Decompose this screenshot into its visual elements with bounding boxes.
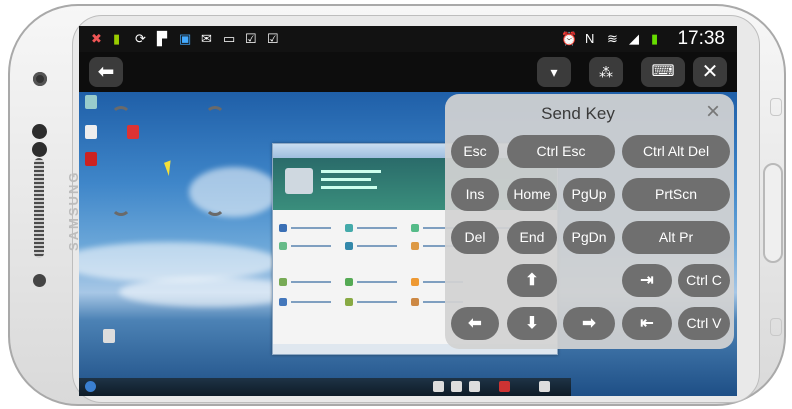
remote-desktop[interactable]: Send Key × Esc Ctrl Esc Ctrl Alt Del Ins… <box>79 92 737 396</box>
arrow-left-icon[interactable]: ⬅ <box>451 307 499 340</box>
signal-icon: ◢ <box>629 31 639 46</box>
front-camera <box>33 72 47 86</box>
phone-screen: ✖ ▮ ⟳ ▛ ▣ ✉ ▭ ☑ ☑ ⏰ N ≋ ◢ ▮ 17:38 ⬅ ▾ ⁂ … <box>79 26 737 396</box>
text-line <box>357 301 397 303</box>
folder-icon <box>279 278 287 286</box>
earpiece-speaker <box>34 158 44 258</box>
sensor-dot <box>33 274 46 287</box>
key-prtscn[interactable]: PrtScn <box>622 178 730 211</box>
folder-icon <box>345 298 353 306</box>
bag-icon: ☑ <box>267 31 279 46</box>
status-time: 17:38 <box>677 28 725 49</box>
folder-icon <box>345 242 353 250</box>
send-key-panel: Send Key × Esc Ctrl Esc Ctrl Alt Del Ins… <box>445 94 734 349</box>
scroll-indicator <box>111 196 131 216</box>
chrome-icon[interactable] <box>127 125 139 139</box>
folder-icon <box>345 278 353 286</box>
key-del[interactable]: Del <box>451 221 499 254</box>
desktop-icon[interactable] <box>85 95 97 109</box>
cloud <box>189 167 279 217</box>
text-line <box>321 170 381 173</box>
wifi-icon: ≋ <box>607 31 618 46</box>
menu-key[interactable] <box>770 98 782 116</box>
key-end[interactable]: End <box>507 221 557 254</box>
text-line <box>321 186 377 189</box>
text-line <box>291 227 331 229</box>
panel-title: Send Key <box>541 104 615 123</box>
text-line <box>321 178 371 181</box>
sensor-dot <box>32 142 47 157</box>
bag-icon: ☑ <box>245 31 257 46</box>
scroll-indicator <box>205 106 225 126</box>
message-icon: ▭ <box>223 31 236 46</box>
back-arrow-icon[interactable]: ⬅ <box>89 57 123 87</box>
taskbar-app-icon[interactable] <box>433 381 444 392</box>
back-tab-icon[interactable]: ⇤ <box>622 307 672 340</box>
key-ctrl-c[interactable]: Ctrl C <box>678 264 730 297</box>
alarm-icon: ⏰ <box>561 31 578 46</box>
home-button[interactable] <box>763 163 783 263</box>
folder-icon <box>279 298 287 306</box>
text-line <box>357 245 397 247</box>
keyboard-icon[interactable]: ⌨ <box>641 57 685 87</box>
nfc-icon: N <box>585 31 595 46</box>
sensor-dot <box>32 124 47 139</box>
key-ctrl-alt-del[interactable]: Ctrl Alt Del <box>622 135 730 168</box>
pdf-icon[interactable] <box>85 152 97 166</box>
close-icon[interactable]: × <box>706 100 720 124</box>
flipboard-icon: ▛ <box>157 31 167 46</box>
status-bar: ✖ ▮ ⟳ ▛ ▣ ✉ ▭ ☑ ☑ ⏰ N ≋ ◢ ▮ 17:38 <box>79 26 737 52</box>
mouse-pointer-icon[interactable]: ⁂ <box>589 57 623 87</box>
mouse-cursor-icon <box>164 158 182 176</box>
key-pgup[interactable]: PgUp <box>563 178 615 211</box>
key-home[interactable]: Home <box>507 178 557 211</box>
text-line <box>357 281 397 283</box>
text-line <box>291 245 331 247</box>
taskbar-app-icon[interactable] <box>451 381 462 392</box>
folder-icon <box>411 242 419 250</box>
key-ctrl-esc[interactable]: Ctrl Esc <box>507 135 615 168</box>
scroll-indicator <box>205 196 225 216</box>
start-icon[interactable] <box>85 381 96 392</box>
cloud <box>79 242 279 282</box>
gmail-icon: ✉ <box>201 31 212 46</box>
arrow-up-icon[interactable]: ⬆ <box>507 264 557 297</box>
missed-call-icon: ✖ <box>91 31 102 46</box>
dropdown-icon[interactable]: ▾ <box>537 57 571 87</box>
desktop-icon[interactable] <box>103 329 115 343</box>
taskbar-app-icon[interactable] <box>539 381 550 392</box>
key-esc[interactable]: Esc <box>451 135 499 168</box>
folder-icon <box>279 224 287 232</box>
text-line <box>291 301 331 303</box>
key-ctrl-v[interactable]: Ctrl V <box>678 307 730 340</box>
taskbar-app-icon[interactable] <box>499 381 510 392</box>
app-icon: ▣ <box>179 31 192 46</box>
sync-icon: ⟳ <box>135 31 146 46</box>
folder-icon <box>411 278 419 286</box>
scroll-indicator <box>111 106 131 126</box>
arrow-right-icon[interactable]: ➡ <box>563 307 615 340</box>
back-key[interactable] <box>770 318 782 336</box>
key-alt-pr[interactable]: Alt Pr <box>622 221 730 254</box>
text-line <box>357 227 397 229</box>
battery-icon: ▮ <box>651 31 659 46</box>
key-ins[interactable]: Ins <box>451 178 499 211</box>
windows-taskbar <box>79 378 571 396</box>
folder-icon <box>411 298 419 306</box>
computer-icon <box>285 168 313 194</box>
folder-icon <box>279 242 287 250</box>
folder-icon <box>411 224 419 232</box>
close-icon[interactable]: ✕ <box>693 57 727 87</box>
folder-icon <box>345 224 353 232</box>
desktop-icon[interactable] <box>85 125 97 139</box>
tab-icon[interactable]: ⇥ <box>622 264 672 297</box>
android-icon: ▮ <box>113 31 121 46</box>
remote-toolbar: ⬅ ▾ ⁂ ⌨ ✕ <box>79 52 737 92</box>
taskbar-app-icon[interactable] <box>469 381 480 392</box>
key-pgdn[interactable]: PgDn <box>563 221 615 254</box>
arrow-down-icon[interactable]: ⬇ <box>507 307 557 340</box>
text-line <box>291 281 331 283</box>
